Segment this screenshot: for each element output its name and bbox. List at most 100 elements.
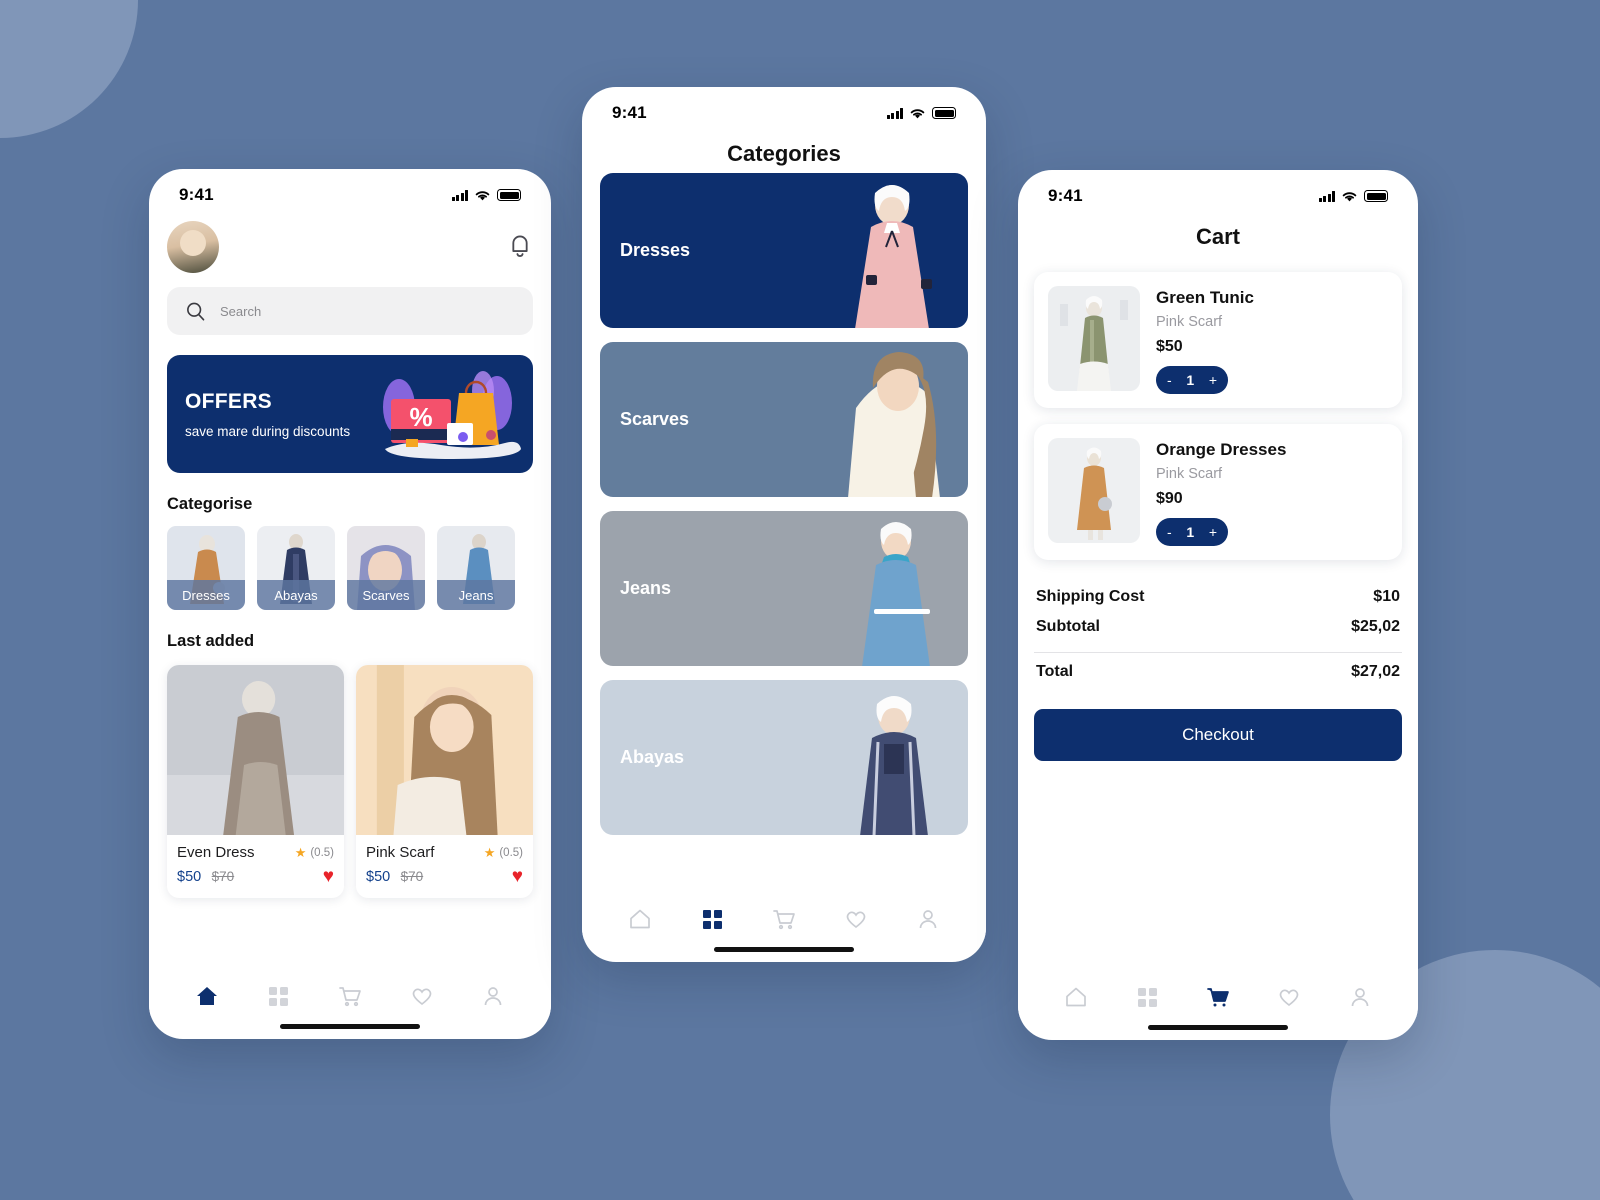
checkout-button[interactable]: Checkout	[1034, 709, 1402, 761]
heart-filled-icon[interactable]: ♥	[512, 867, 523, 886]
bottom-navigation	[582, 891, 986, 939]
home-indicator	[714, 947, 854, 952]
summary-row-total: Total $27,02	[1034, 657, 1402, 687]
cart-item-image	[1048, 286, 1140, 391]
status-bar: 9:41	[1018, 170, 1418, 210]
tab-favorites[interactable]	[408, 982, 436, 1010]
product-old-price: $70	[400, 868, 424, 884]
signal-bars-icon	[886, 107, 903, 119]
battery-icon	[1364, 190, 1388, 202]
cart-item-image	[1048, 438, 1140, 543]
decrement-button[interactable]: -	[1167, 524, 1172, 540]
tab-profile[interactable]	[914, 905, 942, 933]
order-summary: Shipping Cost $10 Subtotal $25,02 Total …	[1034, 582, 1402, 761]
cart-item-variant: Pink Scarf	[1156, 466, 1223, 482]
product-image	[356, 665, 533, 835]
category-tile-jeans[interactable]: Jeans	[437, 526, 515, 610]
status-bar: 9:41	[582, 87, 986, 127]
product-card[interactable]: Pink Scarf ★ (0.5) $50 $70 ♥	[356, 665, 533, 898]
signal-bars-icon	[1318, 190, 1335, 202]
wifi-icon	[475, 190, 490, 200]
increment-button[interactable]: +	[1209, 372, 1217, 388]
heart-filled-icon[interactable]: ♥	[323, 867, 334, 886]
status-time: 9:41	[179, 185, 214, 204]
background-circle-top-left	[0, 0, 138, 138]
cart-item[interactable]: Green Tunic Pink Scarf $50 - 1 +	[1034, 272, 1402, 408]
tab-home[interactable]	[626, 905, 654, 933]
summary-value: $10	[1373, 588, 1400, 605]
category-card-abayas[interactable]: Abayas	[600, 680, 968, 835]
tab-favorites[interactable]	[1275, 983, 1303, 1011]
tab-cart[interactable]	[336, 982, 364, 1010]
bottom-navigation	[1018, 969, 1418, 1017]
tab-cart[interactable]	[770, 905, 798, 933]
cart-item-price: $50	[1156, 338, 1183, 355]
page-title: Cart	[1195, 224, 1240, 249]
summary-row-shipping: Shipping Cost $10	[1034, 582, 1402, 612]
category-card-scarves[interactable]: Scarves	[600, 342, 968, 497]
status-icons	[886, 107, 956, 120]
category-tile-dresses[interactable]: Dresses	[167, 526, 245, 610]
search-icon	[187, 302, 205, 321]
category-card-dresses[interactable]: Dresses	[600, 173, 968, 328]
quantity-value: 1	[1186, 524, 1195, 540]
category-tile-label: Jeans	[437, 580, 515, 610]
status-icons	[451, 189, 521, 202]
product-pricing: $50 $70	[177, 868, 234, 886]
category-card-label: Abayas	[620, 747, 685, 767]
quantity-stepper[interactable]: - 1 +	[1156, 366, 1228, 394]
total-value: $27,02	[1351, 663, 1400, 680]
tab-favorites[interactable]	[842, 905, 870, 933]
star-icon: ★	[294, 844, 307, 860]
category-tile-label: Scarves	[347, 580, 425, 610]
status-bar: 9:41	[149, 169, 551, 209]
battery-icon	[932, 107, 956, 119]
summary-value: $25,02	[1351, 618, 1400, 635]
abayas-photo	[860, 696, 928, 835]
page-title: Categories	[727, 141, 841, 166]
svg-text:%: %	[409, 402, 432, 432]
product-card[interactable]: Even Dress ★ (0.5) $50 $70 ♥	[167, 665, 344, 898]
tab-categories[interactable]	[264, 982, 292, 1010]
category-card-label: Scarves	[620, 409, 690, 429]
categorise-heading: Categorise	[167, 495, 253, 513]
decrement-button[interactable]: -	[1167, 372, 1172, 388]
tab-profile[interactable]	[1346, 983, 1374, 1011]
cart-item-price: $90	[1156, 490, 1183, 507]
search-input[interactable]: Search	[167, 287, 533, 335]
quantity-stepper[interactable]: - 1 +	[1156, 518, 1228, 546]
increment-button[interactable]: +	[1209, 524, 1217, 540]
category-card-label: Jeans	[620, 578, 672, 598]
phone-cart-screen: 9:41 Cart Green Tunic Pink Scarf $50 - 1…	[1018, 170, 1418, 1040]
tab-categories[interactable]	[698, 905, 726, 933]
product-image	[167, 665, 344, 835]
category-tile-abayas[interactable]: Abayas	[257, 526, 335, 610]
search-placeholder: Search	[220, 303, 262, 319]
summary-label: Shipping Cost	[1036, 588, 1145, 605]
product-list: Even Dress ★ (0.5) $50 $70 ♥ Pink Scarf …	[167, 665, 533, 898]
product-rating: ★ (0.5)	[295, 845, 334, 861]
avatar[interactable]	[167, 221, 219, 273]
tab-categories[interactable]	[1133, 983, 1161, 1011]
category-card-label: Dresses	[620, 240, 691, 260]
bell-icon[interactable]	[507, 233, 533, 261]
cart-item-variant: Pink Scarf	[1156, 314, 1223, 330]
home-indicator	[280, 1024, 420, 1029]
cart-item[interactable]: Orange Dresses Pink Scarf $90 - 1 +	[1034, 424, 1402, 560]
battery-icon	[497, 189, 521, 201]
category-card-jeans[interactable]: Jeans	[600, 511, 968, 666]
quantity-value: 1	[1186, 372, 1195, 388]
category-tiles: Dresses Abayas Scarves Jeans	[167, 526, 533, 610]
product-price: $50	[177, 868, 202, 885]
rating-value: (0.5)	[499, 846, 523, 859]
tab-cart[interactable]	[1204, 983, 1232, 1011]
offers-banner[interactable]: OFFERS save mare during discounts %	[167, 355, 533, 473]
jeans-photo	[862, 522, 930, 666]
tab-profile[interactable]	[479, 982, 507, 1010]
tab-home[interactable]	[1062, 983, 1090, 1011]
tab-home[interactable]	[193, 982, 221, 1010]
summary-label: Subtotal	[1036, 618, 1100, 635]
category-tile-label: Abayas	[257, 580, 335, 610]
cart-item-name: Orange Dresses	[1156, 440, 1287, 459]
category-tile-scarves[interactable]: Scarves	[347, 526, 425, 610]
